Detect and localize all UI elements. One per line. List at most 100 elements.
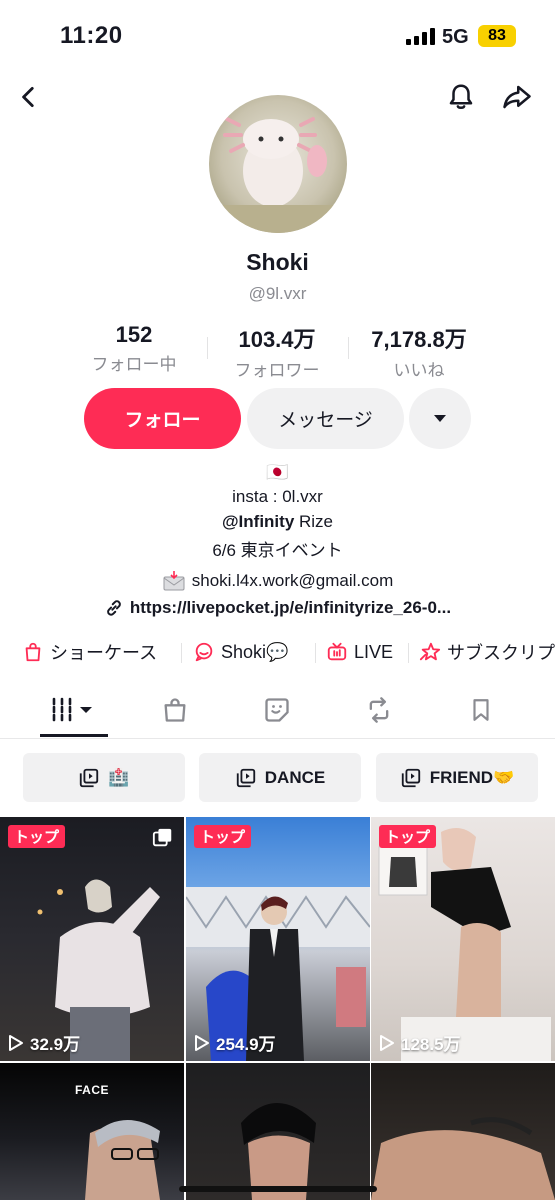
tab-stickers[interactable] (243, 692, 311, 728)
view-count: 32.9万 (8, 1030, 80, 1055)
bio-mention-link[interactable]: @Infinity (222, 512, 294, 531)
shortcut-divider (408, 643, 409, 663)
tab-favorites[interactable] (447, 692, 515, 728)
bell-icon (449, 84, 473, 110)
tab-reposts[interactable] (345, 692, 413, 728)
playlist-label: DANCE (264, 767, 326, 787)
shop-bag-icon (164, 698, 186, 722)
subscription-star-icon (419, 642, 441, 661)
shortcut-label: Shoki💬 (221, 641, 289, 662)
tabs-divider (0, 738, 555, 739)
sticker-icon (265, 698, 289, 722)
play-icon (195, 1034, 209, 1051)
playlist-icon (236, 768, 255, 787)
top-badge: トップ (8, 825, 66, 848)
view-count: 254.9万 (194, 1030, 276, 1055)
video-thumbnail[interactable]: FACE (0, 1063, 184, 1200)
tab-shop[interactable] (141, 692, 209, 728)
network-type: 5G (442, 26, 469, 48)
message-button[interactable]: メッセージ (247, 388, 404, 449)
active-tab-indicator (40, 734, 108, 737)
stat-likes-value: 7,178.8万 (371, 327, 467, 352)
stat-following-value: 152 (115, 322, 153, 347)
play-icon (380, 1034, 394, 1051)
back-button[interactable] (12, 80, 46, 114)
shortcut-chat[interactable]: Shoki💬 (193, 640, 288, 664)
profile-link[interactable]: https://livepocket.jp/e/infinityrize_26-… (0, 598, 555, 618)
portrait-photo-image (241, 1103, 316, 1200)
link-icon (107, 600, 121, 616)
profile-link-text: https://livepocket.jp/e/infinityrize_26-… (129, 598, 452, 617)
envelope-icon (163, 571, 185, 591)
shortcut-divider (315, 643, 316, 663)
video-thumbnail[interactable]: トップ 128.5万 (371, 817, 555, 1061)
chevron-left-icon (22, 86, 34, 108)
share-button[interactable] (500, 80, 534, 114)
face-photo-image (85, 1119, 160, 1200)
avatar[interactable] (209, 95, 347, 233)
video-thumbnail[interactable] (186, 1063, 370, 1200)
notification-bell-button[interactable] (444, 80, 478, 114)
closeup-photo-image (371, 1117, 555, 1200)
play-icon (9, 1034, 23, 1051)
stat-likes: 7,178.8万 いいね (344, 322, 494, 381)
share-arrow-icon (503, 85, 531, 109)
shortcut-label: サブスクリプ (447, 643, 555, 663)
bio-mention-suffix: Rize (294, 512, 334, 531)
shopping-bag-icon (25, 642, 41, 662)
playlist-chip[interactable]: DANCE (199, 753, 361, 802)
shortcut-live[interactable]: LIVE (326, 640, 393, 664)
playlist-icon (401, 768, 420, 787)
repost-icon (369, 697, 389, 723)
tab-videos[interactable] (40, 692, 108, 728)
videos-grid-icon (52, 697, 92, 723)
axolotl-avatar-image (209, 117, 347, 233)
playlist-label: 🏥 (108, 767, 130, 787)
top-badge: トップ (379, 825, 437, 848)
battery-indicator: 83 (478, 25, 516, 47)
bookmark-icon (473, 699, 489, 721)
bio-line-instagram: insta : 0l.vxr (232, 487, 323, 506)
view-count: 128.5万 (379, 1030, 461, 1055)
shortcut-divider (181, 643, 182, 663)
profile-handle: @9l.vxr (248, 284, 307, 303)
top-badge: トップ (194, 825, 252, 848)
stat-followers[interactable]: 103.4万 フォロワー (202, 322, 352, 381)
video-thumbnail[interactable]: トップ 32.9万 (0, 817, 184, 1061)
live-tv-icon (327, 642, 347, 661)
shortcut-label: ショーケース (50, 643, 158, 663)
caret-down-icon (434, 414, 446, 422)
multi-photo-icon (152, 828, 172, 847)
view-count-text: 254.9万 (216, 1035, 276, 1054)
follow-button[interactable]: フォロー (84, 388, 241, 449)
playlist-chip[interactable]: FRIEND🤝 (376, 753, 538, 802)
shortcut-showcase[interactable]: ショーケース (22, 640, 157, 664)
stat-followers-label: フォロワー (234, 361, 320, 380)
stat-likes-label: いいね (393, 361, 445, 380)
playlist-icon (80, 768, 99, 787)
stat-followers-value: 103.4万 (238, 327, 316, 352)
video-thumbnail[interactable]: トップ 254.9万 (186, 817, 370, 1061)
fashion-photo-image (378, 828, 551, 1061)
status-time: 11:20 (60, 22, 123, 49)
stat-following[interactable]: 152 フォロー中 (59, 322, 209, 375)
email-row[interactable]: shoki.l4x.work@gmail.com (0, 570, 555, 592)
bio-flag: 🇯🇵 (266, 462, 289, 482)
playlist-chip[interactable]: 🏥 (23, 753, 185, 802)
shortcut-subscription[interactable]: サブスクリプ (419, 640, 555, 664)
view-count-text: 32.9万 (30, 1035, 81, 1054)
email-text: shoki.l4x.work@gmail.com (191, 571, 394, 590)
suggested-accounts-button[interactable] (409, 388, 471, 449)
stat-following-label: フォロー中 (91, 355, 177, 374)
bio-line-event: 6/6 東京イベント (212, 541, 343, 560)
ceremony-photo-image (186, 887, 370, 1061)
shortcut-label: LIVE (354, 641, 394, 662)
signal-strength-icon (406, 28, 435, 45)
bio-line-group: @Infinity Rize (0, 512, 555, 532)
night-photo-image (37, 879, 160, 1061)
video-thumbnail[interactable] (371, 1063, 555, 1200)
profile-name: Shoki (246, 249, 309, 275)
home-indicator (179, 1186, 377, 1192)
chat-bubble-icon (195, 642, 213, 662)
view-count-text: 128.5万 (401, 1035, 461, 1054)
